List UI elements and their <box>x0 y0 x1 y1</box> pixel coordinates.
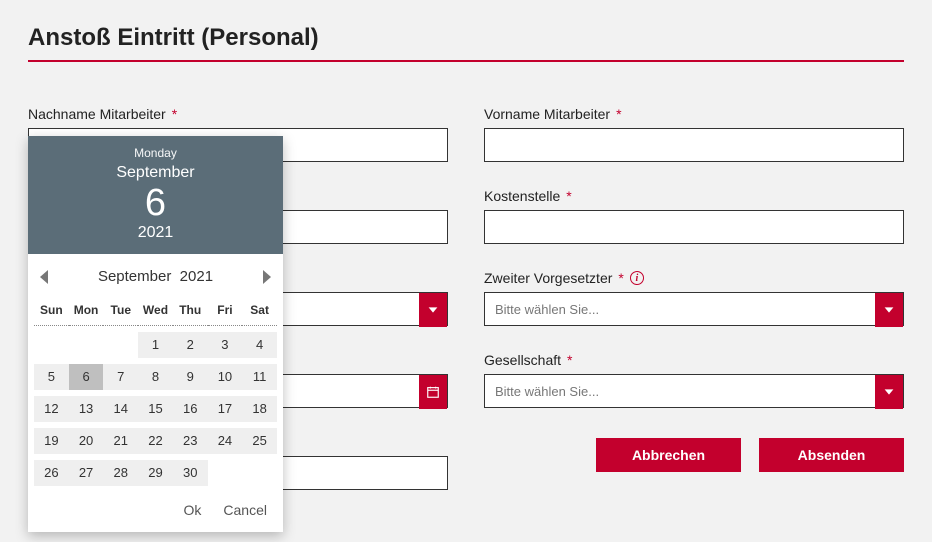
vorname-input[interactable] <box>484 128 904 162</box>
calendar-day[interactable]: 28 <box>103 460 138 486</box>
calendar-day[interactable]: 10 <box>208 364 243 390</box>
calendar-day[interactable]: 3 <box>208 332 243 358</box>
calendar-day[interactable]: 7 <box>103 364 138 390</box>
dow-header: Sat <box>242 297 277 326</box>
calendar-day[interactable]: 11 <box>242 364 277 390</box>
calendar-day[interactable]: 22 <box>138 428 173 454</box>
datepicker-header: Monday September 6 2021 <box>28 136 283 254</box>
dow-header: Fri <box>208 297 243 326</box>
datepicker-weekday: Monday <box>28 146 283 160</box>
calendar-day[interactable]: 26 <box>34 460 69 486</box>
dow-header: Tue <box>103 297 138 326</box>
calendar-day <box>69 332 104 358</box>
calendar-day[interactable]: 1 <box>138 332 173 358</box>
chevron-down-icon <box>875 375 903 409</box>
calendar-day[interactable]: 15 <box>138 396 173 422</box>
required-mark: * <box>616 106 621 122</box>
calendar-day[interactable]: 21 <box>103 428 138 454</box>
chevron-down-icon <box>419 293 447 327</box>
calendar-day[interactable]: 5 <box>34 364 69 390</box>
info-icon[interactable]: i <box>630 271 644 285</box>
next-month-button[interactable] <box>263 270 271 284</box>
nav-month-year[interactable]: September 2021 <box>98 268 213 285</box>
calendar-day[interactable]: 27 <box>69 460 104 486</box>
calendar-day[interactable]: 8 <box>138 364 173 390</box>
calendar-day[interactable]: 12 <box>34 396 69 422</box>
calendar-day[interactable]: 30 <box>173 460 208 486</box>
page-title: Anstoß Eintritt (Personal) <box>28 24 904 62</box>
calendar-day[interactable]: 17 <box>208 396 243 422</box>
calendar-day[interactable]: 14 <box>103 396 138 422</box>
calendar-day <box>34 332 69 358</box>
calendar-day[interactable]: 2 <box>173 332 208 358</box>
kostenstelle-label: Kostenstelle * <box>484 188 904 204</box>
gesellschaft-label: Gesellschaft * <box>484 352 904 368</box>
calendar-day[interactable]: 13 <box>69 396 104 422</box>
required-mark: * <box>567 352 572 368</box>
calendar-day[interactable]: 16 <box>173 396 208 422</box>
calendar-day <box>242 460 277 486</box>
calendar-day <box>103 332 138 358</box>
calendar-day[interactable]: 23 <box>173 428 208 454</box>
calendar-day[interactable]: 4 <box>242 332 277 358</box>
dow-header: Thu <box>173 297 208 326</box>
calendar-day[interactable]: 9 <box>173 364 208 390</box>
cancel-button[interactable]: Abbrechen <box>596 438 741 472</box>
required-mark: * <box>566 188 571 204</box>
calendar-day[interactable]: 19 <box>34 428 69 454</box>
zweiter-label: Zweiter Vorgesetzter * i <box>484 270 904 286</box>
calendar-day[interactable]: 20 <box>69 428 104 454</box>
vorname-label: Vorname Mitarbeiter * <box>484 106 904 122</box>
required-mark: * <box>172 106 177 122</box>
datepicker-month: September <box>28 164 283 182</box>
calendar-icon[interactable] <box>419 375 447 409</box>
gesellschaft-select[interactable]: Bitte wählen Sie... <box>484 374 904 408</box>
calendar-day <box>208 460 243 486</box>
datepicker-cancel[interactable]: Cancel <box>223 502 267 518</box>
zweiter-select[interactable]: Bitte wählen Sie... <box>484 292 904 326</box>
calendar-day[interactable]: 6 <box>69 364 104 390</box>
calendar-day[interactable]: 24 <box>208 428 243 454</box>
calendar-day[interactable]: 29 <box>138 460 173 486</box>
submit-button[interactable]: Absenden <box>759 438 904 472</box>
kostenstelle-input[interactable] <box>484 210 904 244</box>
calendar-day[interactable]: 25 <box>242 428 277 454</box>
dow-header: Wed <box>138 297 173 326</box>
nachname-label: Nachname Mitarbeiter * <box>28 106 448 122</box>
datepicker-day: 6 <box>28 184 283 222</box>
calendar-day[interactable]: 18 <box>242 396 277 422</box>
date-picker: Monday September 6 2021 September 2021 S… <box>28 136 283 532</box>
dow-header: Mon <box>69 297 104 326</box>
chevron-down-icon <box>875 293 903 327</box>
required-mark: * <box>618 270 623 286</box>
datepicker-year: 2021 <box>28 224 283 242</box>
prev-month-button[interactable] <box>40 270 48 284</box>
dow-header: Sun <box>34 297 69 326</box>
datepicker-ok[interactable]: Ok <box>184 502 202 518</box>
